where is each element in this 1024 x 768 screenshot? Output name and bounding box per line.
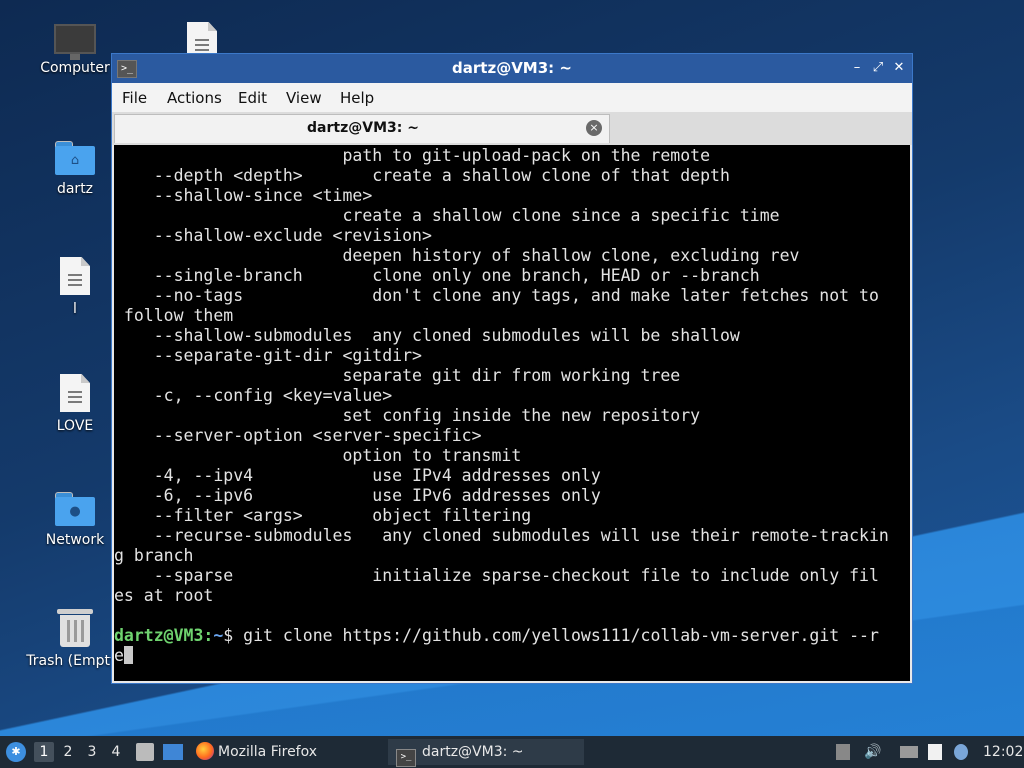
workspace-4[interactable]: 4 xyxy=(106,742,126,762)
terminal-line: set config inside the new repository xyxy=(114,406,701,425)
menu-file[interactable]: File xyxy=(122,89,147,107)
window-title: dartz@VM3: ~ xyxy=(452,59,572,77)
window-titlebar[interactable]: >_ dartz@VM3: ~ – ⤢ ✕ xyxy=(112,54,912,83)
computer-icon xyxy=(54,24,96,60)
workspace-2[interactable]: 2 xyxy=(58,742,78,762)
terminal-line: es at root xyxy=(114,586,214,605)
trash-icon xyxy=(57,609,93,647)
volume-icon[interactable]: 🔊 xyxy=(864,744,882,760)
keyboard-icon[interactable] xyxy=(900,746,918,758)
terminal-line: --separate-git-dir <gitdir> xyxy=(114,346,422,365)
menu-edit[interactable]: Edit xyxy=(238,89,267,107)
network-folder-icon: ● xyxy=(55,492,95,526)
terminal-line: separate git dir from working tree xyxy=(114,366,681,385)
terminal-line: -c, --config <key=value> xyxy=(114,386,393,405)
terminal-line: --recurse-submodules any cloned submodul… xyxy=(114,526,889,545)
prompt-dollar: $ xyxy=(223,626,244,645)
firefox-icon xyxy=(196,742,214,760)
notes-icon[interactable] xyxy=(928,744,942,760)
terminal-line: --shallow-since <time> xyxy=(114,186,373,205)
terminal-line: --shallow-exclude <revision> xyxy=(114,226,432,245)
desktop-icon-network[interactable]: ● Network xyxy=(25,492,125,548)
desktop-icon-label: LOVE xyxy=(56,418,94,434)
terminal-line: follow them xyxy=(114,306,234,325)
terminal-line: --shallow-submodules any cloned submodul… xyxy=(114,326,740,345)
terminal-line: -4, --ipv4 use IPv4 addresses only xyxy=(114,466,601,485)
menu-actions[interactable]: Actions xyxy=(167,89,222,107)
terminal-tab[interactable]: dartz@VM3: ~ × xyxy=(114,114,610,143)
workspace-3[interactable]: 3 xyxy=(82,742,102,762)
clipboard-icon[interactable] xyxy=(836,744,850,760)
desktop-icon-dartz[interactable]: ⌂ dartz xyxy=(25,141,125,197)
terminal-line: g branch xyxy=(114,546,194,565)
terminal-line: --depth <depth> create a shallow clone o… xyxy=(114,166,730,185)
desktop-icon-l[interactable]: l xyxy=(25,257,125,317)
prompt-command-wrap: e xyxy=(114,646,124,665)
tab-label: dartz@VM3: ~ xyxy=(307,120,419,136)
terminal-icon: >_ xyxy=(396,749,416,767)
desktop-icon-label: Computer xyxy=(40,60,110,76)
prompt-separator: : xyxy=(203,626,214,645)
maximize-button[interactable]: ⤢ xyxy=(869,58,887,78)
task-terminal[interactable]: >_ dartz@VM3: ~ xyxy=(388,739,584,767)
menu-view[interactable]: View xyxy=(286,89,322,107)
prompt-path: ~ xyxy=(213,626,224,645)
terminal-line: -6, --ipv6 use IPv6 addresses only xyxy=(114,486,601,505)
terminal-line: --server-option <server-specific> xyxy=(114,426,482,445)
file-manager-icon[interactable] xyxy=(136,743,154,761)
text-cursor xyxy=(123,646,133,664)
home-folder-icon: ⌂ xyxy=(55,141,95,175)
desktop-icon-label: l xyxy=(73,301,77,317)
terminal-line: create a shallow clone since a specific … xyxy=(114,206,780,225)
network-status-icon[interactable] xyxy=(954,744,968,760)
terminal-line: path to git-upload-pack on the remote xyxy=(114,146,711,165)
workspace-1[interactable]: 1 xyxy=(34,742,54,762)
prompt-command: git clone https://github.com/yellows111/… xyxy=(243,626,879,645)
terminal-text: path to git-upload-pack on the remote --… xyxy=(114,145,910,626)
desktop-icon-love[interactable]: LOVE xyxy=(25,374,125,434)
task-firefox[interactable]: Mozilla Firefox xyxy=(196,739,376,765)
terminal-input-line: e xyxy=(114,646,910,666)
terminal-line: --single-branch clone only one branch, H… xyxy=(114,266,760,285)
minimize-button[interactable]: – xyxy=(848,58,866,78)
menu-help[interactable]: Help xyxy=(340,89,374,107)
desktop-icon-trash[interactable]: Trash (Empty) xyxy=(25,609,125,669)
show-desktop-icon[interactable] xyxy=(163,744,183,760)
desktop-icon-computer[interactable]: Computer xyxy=(25,24,125,76)
terminal-output[interactable]: path to git-upload-pack on the remote --… xyxy=(114,145,910,681)
close-button[interactable]: ✕ xyxy=(890,58,908,78)
terminal-line: option to transmit xyxy=(114,446,522,465)
prompt-user-host: dartz@VM3 xyxy=(114,626,204,645)
desktop-icon-label: Network xyxy=(45,532,105,548)
terminal-window[interactable]: >_ dartz@VM3: ~ – ⤢ ✕ File Actions Edit … xyxy=(111,53,913,684)
task-label: dartz@VM3: ~ xyxy=(422,744,524,760)
tab-bar: dartz@VM3: ~ × xyxy=(112,112,912,145)
document-icon xyxy=(60,374,90,412)
terminal-line: --sparse initialize sparse-checkout file… xyxy=(114,566,879,585)
taskbar: ✱ 1 2 3 4 Mozilla Firefox >_ dartz@VM3: ~… xyxy=(0,736,1024,768)
terminal-line: --filter <args> object filtering xyxy=(114,506,532,525)
tab-close-icon[interactable]: × xyxy=(586,120,602,136)
desktop-icon-label: dartz xyxy=(56,181,94,197)
desktop-icon-label: Trash (Empty) xyxy=(26,653,124,669)
document-icon xyxy=(60,257,90,295)
menu-bar: File Actions Edit View Help xyxy=(112,83,912,112)
terminal-line: deepen history of shallow clone, excludi… xyxy=(114,246,800,265)
terminal-prompt-line: dartz@VM3:~$ git clone https://github.co… xyxy=(114,626,910,646)
clock[interactable]: 12:02 xyxy=(983,736,1023,768)
start-menu-icon[interactable]: ✱ xyxy=(6,742,26,762)
task-label: Mozilla Firefox xyxy=(218,744,318,760)
terminal-line: --no-tags don't clone any tags, and make… xyxy=(114,286,879,305)
